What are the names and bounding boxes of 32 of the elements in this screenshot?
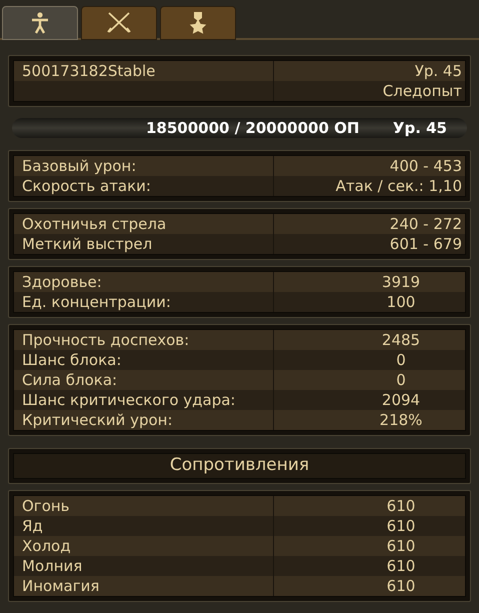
stat-value: 0 — [395, 370, 407, 390]
character-class: Следопыт — [382, 81, 463, 101]
stat-label: Критический урон: — [14, 410, 274, 430]
stat-value: 2485 — [380, 330, 422, 350]
stat-value: 240 - 272 — [390, 214, 463, 234]
stat-value: 601 - 679 — [390, 234, 463, 254]
tab[interactable] — [81, 6, 157, 40]
stat-label: Ед. концентрации: — [14, 292, 274, 312]
stat-value: 610 — [386, 556, 416, 576]
experience-level: Ур. 45 — [392, 118, 447, 139]
stat-value: 610 — [386, 536, 416, 556]
stat-label: Меткий выстрел — [14, 234, 274, 254]
stat-value: 218% — [378, 410, 424, 430]
character-level: Ур. 45 — [414, 61, 463, 81]
stat-value: 610 — [386, 576, 416, 596]
stat-value: Атак / сек.: 1,10 — [336, 176, 463, 196]
tab[interactable] — [2, 6, 78, 40]
stat-value: 610 — [386, 516, 416, 536]
stat-value: 400 - 453 — [390, 156, 463, 176]
tab[interactable] — [160, 6, 236, 40]
stat-value: 610 — [386, 496, 416, 516]
section-title: Сопротивления — [170, 454, 310, 478]
stat-value: 100 — [386, 292, 416, 312]
stat-value: 2094 — [380, 390, 422, 410]
stat-label: Скорость атаки: — [14, 176, 274, 196]
experience-text: 18500000 / 20000000 ОП — [146, 118, 360, 139]
stat-value: 3919 — [380, 272, 422, 292]
stat-label: Иномагия — [14, 576, 274, 596]
crossed-swords-icon — [106, 11, 132, 35]
person-icon — [30, 12, 50, 34]
stat-value: 0 — [395, 350, 407, 370]
medal-icon — [188, 11, 208, 35]
